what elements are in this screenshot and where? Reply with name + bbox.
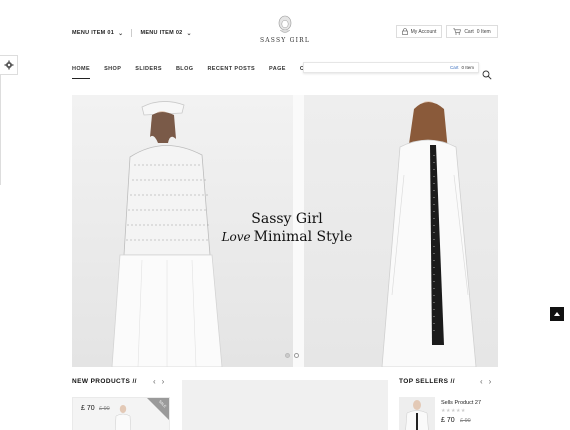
settings-gear-tab[interactable] — [0, 55, 18, 75]
menu-item-02[interactable]: MENU ITEM 02 ⌄ — [140, 29, 191, 37]
seller-thumbnail[interactable] — [399, 397, 435, 430]
new-products-arrows: ‹ › — [153, 377, 164, 386]
back-to-top-button[interactable] — [550, 307, 564, 321]
hero-title-line1: Sassy Girl — [251, 211, 323, 227]
main-nav: HOME SHOP SLIDERS BLOG RECENT POSTS PAGE… — [72, 66, 339, 79]
cart-dropdown-label: Cart — [449, 65, 459, 70]
rating-stars: ★★★★★ — [441, 408, 466, 414]
hero-love-script: Love — [221, 230, 251, 244]
cart-dropdown[interactable]: Cart 0 Item — [303, 62, 479, 73]
cart-label: Cart — [464, 28, 474, 35]
seller-old-price: £ 90 — [460, 418, 471, 424]
side-divider — [0, 75, 1, 185]
nav-shop[interactable]: SHOP — [104, 66, 121, 79]
nav-home[interactable]: HOME — [72, 66, 91, 79]
cart-count: 0 Item — [476, 28, 491, 35]
gear-icon — [4, 60, 13, 70]
slider-dot-1[interactable] — [285, 353, 290, 358]
nav-blog[interactable]: BLOG — [176, 66, 194, 79]
logo-girl-icon — [278, 15, 292, 33]
hero-caption: Sassy Girl Love Minimal Style — [202, 211, 372, 245]
product-old-price: £ 90 — [99, 406, 110, 412]
top-menu: MENU ITEM 01 ⌄ MENU ITEM 02 ⌄ — [72, 29, 192, 37]
cart-icon — [453, 28, 462, 35]
menu-separator — [131, 29, 133, 37]
nav-sliders[interactable]: SLIDERS — [135, 66, 162, 79]
lock-icon — [401, 28, 408, 35]
arrow-up-icon — [554, 312, 560, 316]
cart-dropdown-count: 0 Item — [461, 65, 474, 70]
nav-recent-posts[interactable]: RECENT POSTS — [207, 66, 255, 79]
prev-arrow-icon[interactable]: ‹ — [153, 377, 156, 386]
menu-item-01[interactable]: MENU ITEM 01 ⌄ — [72, 29, 123, 37]
hero-line2-text: Minimal Style — [253, 229, 353, 245]
search-button[interactable] — [482, 67, 492, 85]
hero-title-line2: Love Minimal Style — [202, 229, 372, 245]
my-account-label: My Account — [410, 28, 437, 35]
next-arrow-icon[interactable]: › — [489, 377, 492, 386]
top-sellers-arrows: ‹ › — [480, 377, 491, 386]
new-products-title: NEW PRODUCTS // — [72, 378, 137, 385]
seller-price: £ 70 — [441, 417, 455, 424]
product-price: £ 70 — [81, 405, 95, 412]
featured-banner[interactable] — [182, 380, 388, 430]
menu-item-01-label: MENU ITEM 01 — [72, 30, 115, 36]
cart-button[interactable]: Cart 0 Item — [446, 25, 498, 38]
logo-text: SASSY GIRL — [259, 37, 311, 44]
prev-arrow-icon[interactable]: ‹ — [480, 377, 483, 386]
seller-product-name[interactable]: Sells Product 27 — [441, 400, 481, 406]
chevron-down-icon: ⌄ — [118, 30, 124, 37]
product-thumbnail — [114, 405, 132, 430]
my-account-button[interactable]: My Account — [396, 25, 442, 38]
seller-model-figure — [405, 400, 429, 430]
product-card[interactable]: £ 70 £ 90 SALE — [72, 397, 170, 430]
slider-dot-2[interactable] — [294, 353, 299, 358]
search-icon — [482, 70, 492, 80]
top-sellers-title: TOP SELLERS // — [399, 378, 455, 385]
menu-item-02-label: MENU ITEM 02 — [140, 30, 183, 36]
hero-slider[interactable]: Sassy Girl Love Minimal Style — [72, 95, 498, 367]
next-arrow-icon[interactable]: › — [162, 377, 165, 386]
nav-page[interactable]: PAGE — [269, 66, 286, 79]
chevron-down-icon: ⌄ — [186, 30, 192, 37]
site-logo[interactable]: SASSY GIRL — [255, 15, 315, 44]
slider-dots — [285, 353, 299, 358]
